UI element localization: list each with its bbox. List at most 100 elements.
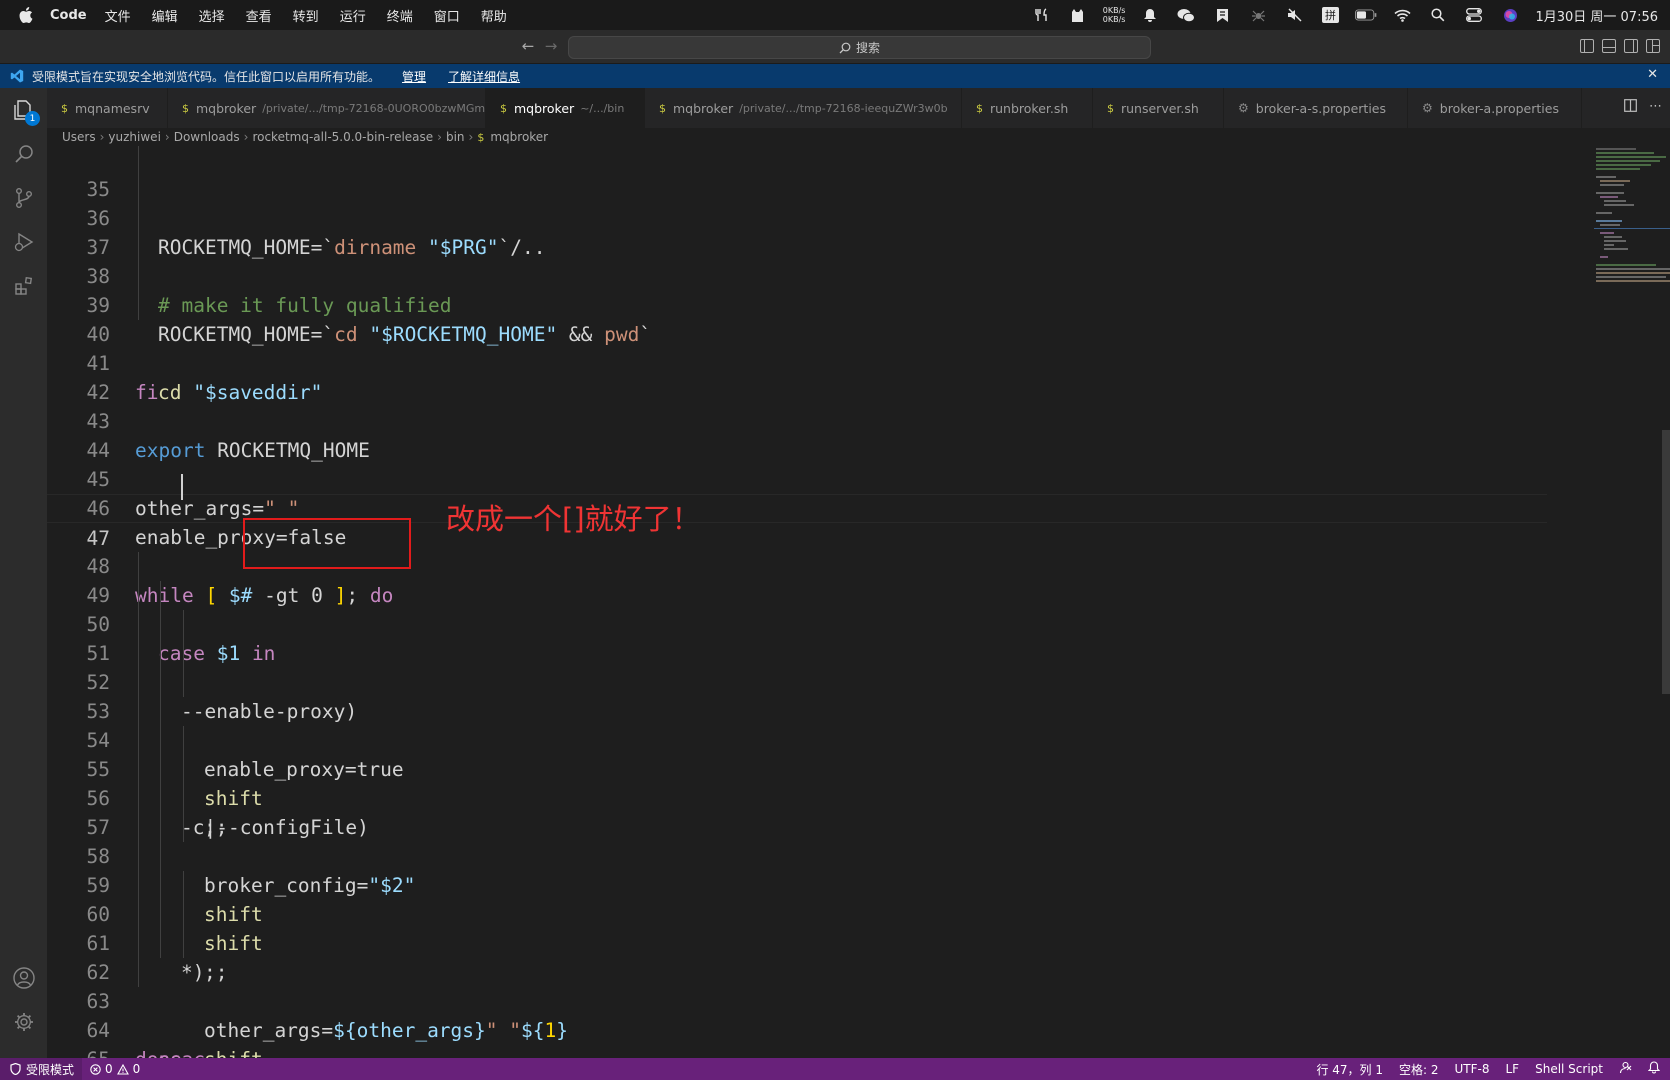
code-line[interactable]: 62 ;; — [47, 929, 1547, 984]
code-line[interactable]: 52 shift — [47, 639, 1547, 810]
siri-icon[interactable] — [1499, 6, 1521, 24]
toggle-secondary-sidebar-icon[interactable] — [1624, 39, 1638, 53]
end-of-line[interactable]: LF — [1506, 1062, 1520, 1076]
code-line[interactable]: 40 cd "$saveddir" — [47, 291, 1547, 404]
code-line[interactable]: 35 ROCKETMQ_HOME=`dirname "$PRG"`/.. — [47, 146, 1547, 259]
code-line[interactable]: 38 ROCKETMQ_HOME=`cd "$ROCKETMQ_HOME" &&… — [47, 233, 1547, 346]
breadcrumb-item[interactable]: rocketmq-all-5.0.0-bin-release — [252, 130, 433, 144]
restricted-mode-indicator[interactable]: 受限模式 — [0, 1058, 83, 1080]
code-line[interactable]: 54 -c|--configFile) — [47, 697, 1547, 839]
code-line[interactable]: 63 esac — [47, 958, 1547, 1058]
code-editor[interactable]: 35 ROCKETMQ_HOME=`dirname "$PRG"`/.. 36 … — [47, 146, 1670, 1058]
more-actions-icon[interactable]: ⋯ — [1649, 99, 1662, 116]
code-line[interactable]: 37 # make it fully qualified — [47, 204, 1547, 317]
spotlight-search-icon[interactable] — [1427, 6, 1449, 24]
language-mode[interactable]: Shell Script — [1535, 1062, 1603, 1076]
code-line[interactable]: 58 ;; — [47, 813, 1547, 984]
tab-mqbroker-bin-active[interactable]: $ mqbroker ~/.../bin — [486, 88, 645, 128]
clock[interactable]: 1月30日 周一 07:56 — [1535, 6, 1658, 25]
accounts-icon[interactable] — [10, 964, 37, 991]
tab-broker-a-s-properties[interactable]: ⚙ broker-a-s.properties — [1224, 88, 1408, 128]
code-line[interactable]: 55 broker_config="$2" — [47, 726, 1547, 897]
learn-more-link[interactable]: 了解详细信息 — [448, 68, 520, 85]
minimap-viewport[interactable] — [1594, 228, 1670, 229]
source-control-icon[interactable] — [10, 184, 37, 211]
code-line[interactable]: 65 — [47, 1016, 1547, 1058]
wechat-icon[interactable] — [1175, 6, 1197, 24]
input-method-icon[interactable]: 拼 — [1319, 6, 1341, 24]
app-name-menu[interactable]: Code — [50, 8, 87, 23]
menu-terminal[interactable]: 终端 — [387, 6, 413, 25]
code-line[interactable]: 60 other_args=${other_args}" "${1} — [47, 871, 1547, 1042]
breadcrumb-item[interactable]: mqbroker — [490, 130, 548, 144]
encoding[interactable]: UTF-8 — [1455, 1062, 1490, 1076]
battery-icon[interactable] — [1355, 6, 1377, 24]
wifi-icon[interactable] — [1391, 6, 1413, 24]
tab-runserver-sh[interactable]: $ runserver.sh — [1093, 88, 1224, 128]
code-line[interactable]: 46 enable_proxy=false — [47, 465, 1547, 549]
control-center-icon[interactable] — [1463, 6, 1485, 24]
muted-speaker-icon[interactable] — [1283, 6, 1305, 24]
go-forward-arrow-icon[interactable]: → — [542, 37, 560, 55]
go-back-arrow-icon[interactable]: ← — [519, 37, 537, 55]
cursor-position[interactable]: 行 47，列 1 — [1316, 1061, 1383, 1078]
menu-view[interactable]: 查看 — [246, 6, 272, 25]
code-line[interactable]: 44 — [47, 407, 1547, 462]
feedback-icon[interactable] — [1619, 1061, 1632, 1077]
indentation[interactable]: 空格: 2 — [1399, 1061, 1439, 1078]
tab-mqbroker-tmp-2[interactable]: $ mqbroker /private/.../tmp-72168-ieequZ… — [645, 88, 962, 128]
bookmark-app-icon[interactable] — [1211, 6, 1233, 24]
notifications-bell-icon[interactable] — [1647, 1061, 1661, 1077]
tab-runbroker-sh[interactable]: $ runbroker.sh — [962, 88, 1093, 128]
code-line[interactable]: 50 --enable-proxy) — [47, 581, 1547, 723]
customize-layout-icon[interactable] — [1646, 39, 1660, 53]
breadcrumb-item[interactable]: Downloads — [174, 130, 240, 144]
indent-guide — [160, 581, 161, 610]
breadcrumb-item[interactable]: bin — [446, 130, 465, 144]
bell-icon[interactable] — [1139, 6, 1161, 24]
menu-go[interactable]: 转到 — [293, 6, 319, 25]
menu-run[interactable]: 运行 — [340, 6, 366, 25]
menu-window[interactable]: 窗口 — [434, 6, 460, 25]
run-and-debug-icon[interactable] — [10, 228, 37, 255]
breadcrumb-item[interactable]: Users — [62, 130, 96, 144]
breadcrumb-item[interactable]: yuzhiwei — [108, 130, 160, 144]
tab-mqnamesrv[interactable]: $ mqnamesrv — [47, 88, 168, 128]
split-editor-icon[interactable] — [1624, 99, 1637, 116]
command-center-search[interactable]: 搜索 — [568, 36, 1151, 59]
code-line[interactable]: 45 other_args=" " — [47, 436, 1547, 520]
cat-icon[interactable] — [1067, 6, 1089, 24]
search-view-icon[interactable] — [10, 140, 37, 167]
code-line[interactable]: 64 done — [47, 987, 1547, 1058]
minimap[interactable] — [1594, 146, 1670, 306]
code-line[interactable]: 42 — [47, 349, 1547, 404]
code-line[interactable]: 39 — [47, 262, 1547, 317]
code-line[interactable]: 56 shift — [47, 755, 1547, 926]
code-line[interactable]: 41 fi — [47, 320, 1547, 404]
tab-mqbroker-tmp-1[interactable]: $ mqbroker /private/.../tmp-72168-0UORO0… — [168, 88, 486, 128]
menu-selection[interactable]: 选择 — [199, 6, 225, 25]
menu-file[interactable]: 文件 — [105, 6, 131, 25]
vertical-scrollbar[interactable] — [1662, 430, 1670, 694]
code-line[interactable]: 61 shift — [47, 900, 1547, 1058]
code-line[interactable]: 59 *) — [47, 842, 1547, 984]
manage-gear-icon[interactable] — [10, 1008, 37, 1035]
code-line[interactable]: 51 enable_proxy=true — [47, 610, 1547, 781]
code-line[interactable]: 36 — [47, 175, 1547, 230]
fork-knife-icon[interactable] — [1031, 6, 1053, 24]
spider-icon[interactable] — [1247, 6, 1269, 24]
explorer-icon[interactable]: 1 — [10, 96, 40, 126]
manage-link[interactable]: 管理 — [402, 68, 426, 85]
menu-help[interactable]: 帮助 — [481, 6, 507, 25]
banner-close-icon[interactable]: ✕ — [1647, 67, 1658, 82]
apple-logo-icon[interactable] — [18, 7, 34, 23]
problems-indicator[interactable]: 0 0 — [90, 1062, 140, 1076]
code-line[interactable]: 57 shift — [47, 784, 1547, 955]
extensions-icon[interactable] — [10, 272, 37, 299]
code-line[interactable]: 53 ;; — [47, 668, 1547, 839]
tab-broker-a-properties[interactable]: ⚙ broker-a.properties — [1408, 88, 1582, 128]
toggle-panel-icon[interactable] — [1602, 39, 1616, 53]
toggle-primary-sidebar-icon[interactable] — [1580, 39, 1594, 53]
code-line[interactable]: 43 export ROCKETMQ_HOME — [47, 378, 1547, 462]
menu-edit[interactable]: 编辑 — [152, 6, 178, 25]
